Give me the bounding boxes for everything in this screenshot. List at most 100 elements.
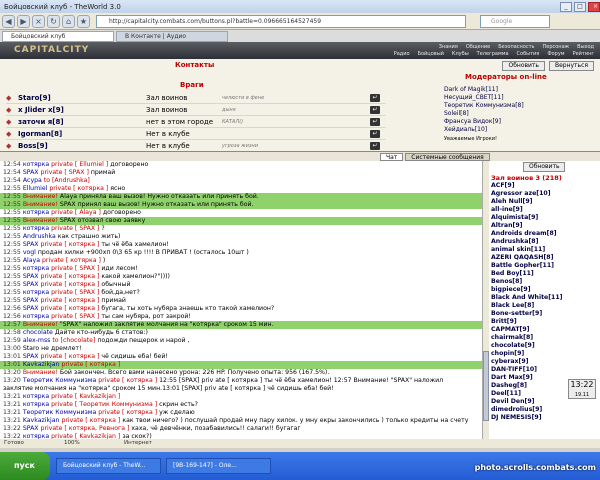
chat-author[interactable]: Andrushka: [23, 233, 56, 240]
enemy-name[interactable]: заточи я[8]: [18, 118, 146, 126]
moderator-item[interactable]: Хейдиаль[10]: [444, 126, 594, 134]
menu-rating[interactable]: Рейтинг: [573, 51, 594, 58]
menu-radio[interactable]: Радио: [394, 51, 410, 58]
chat-author[interactable]: SPAX: [23, 305, 39, 312]
chat-author[interactable]: SPAX: [23, 241, 39, 248]
action-arrow-icon[interactable]: ↵: [370, 117, 380, 126]
chat-author[interactable]: SPAX: [23, 353, 39, 360]
player-item[interactable]: chocolate[9]: [491, 342, 599, 350]
chat-author[interactable]: Ellumiel: [23, 185, 48, 192]
enemy-row[interactable]: ◆ заточи я[8] нет в этом городе КАТАЛ() ↵: [6, 116, 386, 128]
enemy-name[interactable]: Boss[9]: [18, 142, 146, 150]
player-item[interactable]: Alquimista[9]: [491, 214, 599, 222]
tab-chat[interactable]: Чат: [380, 153, 404, 161]
menu-character[interactable]: Персонаж: [542, 44, 569, 51]
contacts-back-button[interactable]: Вернуться: [548, 61, 594, 71]
player-item[interactable]: Aleh Null[9]: [491, 198, 599, 206]
player-item[interactable]: Andrushka[8]: [491, 238, 599, 246]
moderator-item[interactable]: Soleil[8]: [444, 110, 594, 118]
chat-author[interactable]: Теоретик Коммунизма: [23, 377, 96, 384]
chat-author[interactable]: котярка: [23, 401, 49, 408]
player-item[interactable]: Benos[8]: [491, 278, 599, 286]
player-item[interactable]: chopin[9]: [491, 350, 599, 358]
chat-author[interactable]: котярка: [23, 393, 49, 400]
stop-icon[interactable]: ×: [32, 14, 45, 28]
player-item[interactable]: ACF[9]: [491, 182, 599, 190]
player-item[interactable]: Bed Boy[11]: [491, 270, 599, 278]
player-item[interactable]: Altran[9]: [491, 222, 599, 230]
chat-time[interactable]: 12:54: [3, 177, 21, 184]
moderator-item[interactable]: Теоретик Коммунизма[8]: [444, 102, 594, 110]
chat-author[interactable]: Kavkazikjan: [23, 361, 60, 368]
favorites-icon[interactable]: ★: [77, 14, 90, 28]
menu-telegram[interactable]: Телеграмма: [477, 51, 509, 58]
player-item[interactable]: chairmak[8]: [491, 334, 599, 342]
chat-author[interactable]: котярка: [23, 225, 49, 232]
player-item[interactable]: dimedrolius[9]: [491, 406, 599, 414]
chat-author[interactable]: котярка: [23, 289, 49, 296]
player-item[interactable]: all-ine[9]: [491, 206, 599, 214]
menu-exit[interactable]: Выход: [577, 44, 594, 51]
tab-vkontakte[interactable]: В Контакте | Аудио: [116, 31, 228, 42]
chat-author[interactable]: Kavkazikjan: [23, 417, 60, 424]
chat-author[interactable]: котярка: [23, 265, 49, 272]
moderator-item[interactable]: Dark of Magik[11]: [444, 86, 594, 94]
action-arrow-icon[interactable]: ↵: [370, 141, 380, 150]
player-item[interactable]: cyberax[9]: [491, 358, 599, 366]
menu-forum[interactable]: Форум: [547, 51, 564, 58]
chat-author[interactable]: котярка: [23, 209, 49, 216]
player-item[interactable]: DJ NEMESIS[9]: [491, 414, 599, 422]
player-item[interactable]: Battle Gopher[11]: [491, 262, 599, 270]
address-bar[interactable]: http://capitalcity.combats.com/buttons.p…: [96, 14, 466, 28]
refresh-icon[interactable]: ↻: [47, 14, 60, 28]
action-arrow-icon[interactable]: ↵: [370, 105, 380, 114]
chat-time[interactable]: 12:56: [3, 305, 21, 312]
chat-time[interactable]: 12:59: [3, 337, 21, 344]
forward-icon[interactable]: ▶: [17, 14, 30, 28]
menu-clubs[interactable]: Клубы: [452, 51, 469, 58]
menu-fight[interactable]: Бойцовый: [418, 51, 444, 58]
chat-time[interactable]: 12:55: [3, 225, 21, 232]
minimize-button[interactable]: _: [560, 1, 572, 12]
chat-time[interactable]: 13:01: [3, 361, 21, 368]
chat-time[interactable]: 12:56: [3, 313, 21, 320]
player-item[interactable]: CAPMAT[9]: [491, 326, 599, 334]
player-item[interactable]: bigpiece[9]: [491, 286, 599, 294]
menu-security[interactable]: Безопасность: [498, 44, 534, 51]
chat-time[interactable]: 12:55: [3, 233, 21, 240]
chat-time[interactable]: 12:55: [3, 265, 21, 272]
chat-time[interactable]: 12:55: [3, 185, 21, 192]
player-item[interactable]: AZERI QAQASH[8]: [491, 254, 599, 262]
chat-time[interactable]: 12:54: [3, 169, 21, 176]
chat-author[interactable]: котярка: [23, 313, 49, 320]
player-item[interactable]: Black And White[11]: [491, 294, 599, 302]
search-input[interactable]: Google: [480, 14, 550, 28]
home-icon[interactable]: ⌂: [62, 14, 75, 28]
enemy-row[interactable]: ◆ Staro[9] Зал воинов челюсти в фене ↵: [6, 92, 386, 104]
maximize-button[interactable]: □: [574, 1, 586, 12]
chat-time[interactable]: 12:55: [3, 297, 21, 304]
chat-time[interactable]: 13:21: [3, 393, 21, 400]
chat-time[interactable]: 13:20: [3, 369, 21, 376]
chat-author[interactable]: alex-mss: [23, 337, 51, 344]
back-icon[interactable]: ◀: [2, 14, 15, 28]
player-item[interactable]: animal skin[11]: [491, 246, 599, 254]
chat-author[interactable]: vogl: [23, 249, 36, 256]
close-button[interactable]: ×: [588, 1, 600, 12]
enemy-name[interactable]: x Jlider x[9]: [18, 106, 146, 114]
taskbar-item[interactable]: [9B-169-147] - Оле...: [166, 458, 271, 474]
action-arrow-icon[interactable]: ↵: [370, 129, 380, 138]
chat-author[interactable]: Асура: [23, 177, 42, 184]
chat-time[interactable]: 12:55: [3, 217, 21, 224]
chat-author[interactable]: котярка: [23, 161, 49, 168]
chat-author[interactable]: SPAX: [23, 169, 39, 176]
chat-time[interactable]: 12:57: [3, 321, 21, 328]
chat-time[interactable]: 12:55: [3, 201, 21, 208]
chat-time[interactable]: 13:20: [3, 377, 21, 384]
menu-events[interactable]: События: [517, 51, 540, 58]
moderator-item[interactable]: Франсуа Видок[9]: [444, 118, 594, 126]
chat-time[interactable]: 13:01: [3, 353, 21, 360]
player-item[interactable]: DAN-TIFF[10]: [491, 366, 599, 374]
taskbar-item[interactable]: Бойцовский клуб - TheW...: [56, 458, 161, 474]
chat-time[interactable]: 13:21: [3, 401, 21, 408]
